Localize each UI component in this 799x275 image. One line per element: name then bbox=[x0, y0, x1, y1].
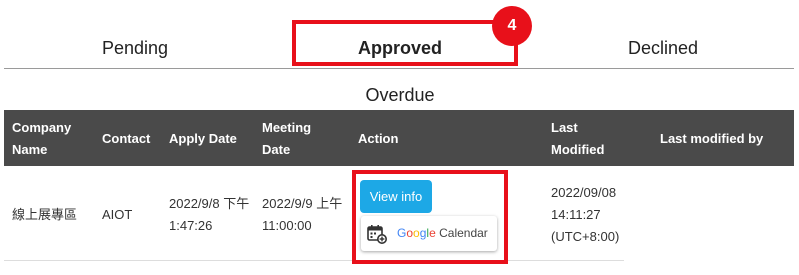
header-action: Action bbox=[358, 131, 399, 146]
google-logo-e: e bbox=[429, 226, 436, 240]
approved-tab-highlight bbox=[292, 20, 518, 66]
cell-meeting-date: 2022/9/9 上午11:00:00 bbox=[262, 196, 343, 233]
header-last-modified: Last Modified bbox=[551, 120, 605, 157]
google-logo-o2: o bbox=[413, 226, 420, 240]
google-logo-g1: G bbox=[397, 226, 407, 240]
table-row: 線上展專區 AIOT 2022/9/8 下午1:47:26 2022/9/9 上… bbox=[4, 166, 624, 261]
calendar-word: Calendar bbox=[435, 226, 488, 240]
table-header: Company Name Contact Apply Date Meeting … bbox=[4, 110, 794, 166]
google-calendar-button[interactable]: Google Calendar bbox=[361, 216, 497, 251]
header-company-name: Company Name bbox=[12, 120, 72, 157]
header-apply-date: Apply Date bbox=[169, 131, 237, 146]
view-info-button[interactable]: View info bbox=[360, 180, 432, 213]
calendar-add-icon bbox=[367, 225, 387, 244]
tab-declined[interactable]: Declined bbox=[560, 38, 766, 59]
cell-apply-date: 2022/9/8 下午1:47:26 bbox=[169, 196, 250, 233]
tab-divider bbox=[4, 68, 794, 69]
header-last-modified-by: Last modified by bbox=[660, 131, 764, 146]
header-contact: Contact bbox=[102, 131, 151, 146]
cell-contact: AIOT bbox=[102, 207, 133, 222]
tab-pending[interactable]: Pending bbox=[60, 38, 240, 59]
header-meeting-date: Meeting Date bbox=[262, 120, 312, 157]
cell-last-modified: 2022/09/08 14:11:27 (UTC+8:00) bbox=[551, 185, 620, 244]
cell-company-name: 線上展專區 bbox=[12, 207, 78, 222]
step-badge: 4 bbox=[492, 6, 532, 46]
tab-overdue[interactable]: Overdue bbox=[300, 85, 500, 106]
google-calendar-label: Google Calendar bbox=[397, 226, 488, 240]
